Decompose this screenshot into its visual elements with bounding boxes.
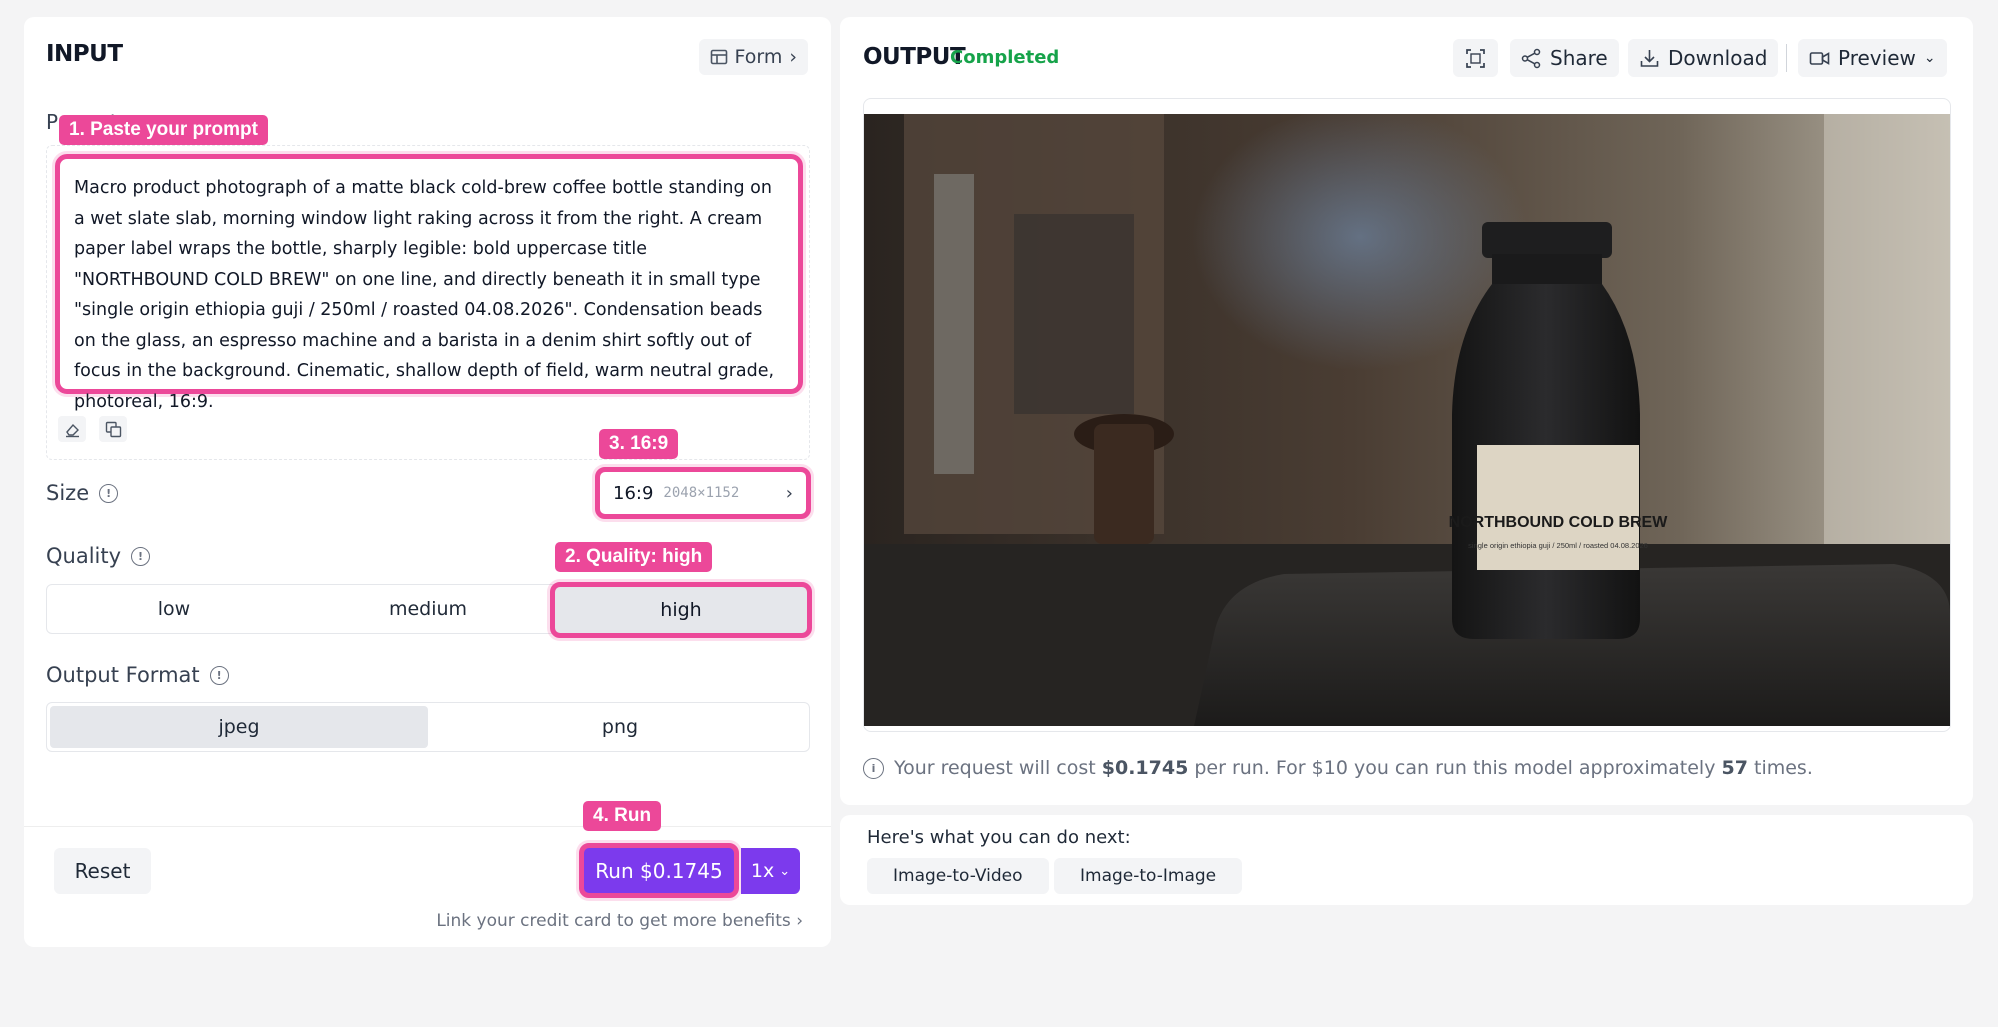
info-icon[interactable]: !: [99, 483, 119, 503]
preview-dropdown[interactable]: Preview ⌄: [1798, 39, 1947, 77]
copy-icon: [105, 421, 121, 437]
status-badge: Completed: [950, 47, 1060, 68]
video-icon: [1809, 51, 1830, 65]
cost-info: i Your request will cost $0.1745 per run…: [863, 757, 1813, 779]
size-ratio: 16:9: [613, 482, 654, 504]
size-row-label: Size !: [46, 481, 119, 505]
download-button[interactable]: Download: [1628, 39, 1779, 77]
callout-ratio: 3. 16:9: [599, 429, 679, 459]
size-label: Size: [46, 481, 90, 505]
fullscreen-button[interactable]: [1453, 39, 1498, 77]
prompt-container: Macro product photograph of a matte blac…: [46, 145, 810, 460]
eraser-icon: [65, 423, 79, 437]
table-icon: [710, 49, 727, 65]
prompt-textarea[interactable]: Macro product photograph of a matte blac…: [55, 154, 803, 412]
chevron-down-icon: ⌄: [1923, 50, 1936, 66]
image-label-title: NORTHBOUND COLD BREW: [1449, 514, 1669, 531]
image-to-video-button[interactable]: Image-to-Video: [867, 858, 1049, 894]
quality-label: Quality: [46, 544, 122, 568]
format-label: Output Format: [46, 663, 200, 687]
chevron-right-icon: ›: [785, 482, 793, 504]
expand-icon: [1466, 48, 1485, 68]
run-multiplier-dropdown[interactable]: 1x ⌄: [741, 848, 800, 894]
format-option-jpeg[interactable]: jpeg: [50, 706, 428, 748]
reset-button[interactable]: Reset: [54, 848, 151, 894]
share-icon: [1521, 48, 1541, 68]
info-icon[interactable]: !: [131, 546, 151, 566]
next-actions-title: Here's what you can do next:: [867, 827, 1131, 848]
info-icon[interactable]: !: [209, 665, 229, 685]
chevron-down-icon: ⌄: [779, 863, 791, 879]
credit-card-link[interactable]: Link your credit card to get more benefi…: [436, 911, 803, 931]
next-actions-panel: Here's what you can do next: Image-to-Vi…: [840, 815, 1973, 905]
cost-text: Your request will cost $0.1745 per run. …: [894, 757, 1813, 779]
quality-option-high[interactable]: high: [550, 582, 812, 638]
image-label-sub: single origin ethiopia guji / 250ml / ro…: [1468, 541, 1648, 550]
info-icon: i: [863, 757, 884, 779]
credit-link-text: Link your credit card to get more benefi…: [436, 911, 791, 931]
quality-option-medium[interactable]: medium: [301, 585, 555, 633]
input-title: INPUT: [46, 41, 123, 67]
image-to-image-button[interactable]: Image-to-Image: [1054, 858, 1243, 894]
run-button[interactable]: Run $0.1745: [579, 843, 739, 898]
share-button[interactable]: Share: [1510, 39, 1619, 77]
callout-quality: 2. Quality: high: [555, 542, 713, 572]
format-segmented-control: jpeg png: [46, 702, 810, 752]
quality-option-low[interactable]: low: [47, 585, 301, 633]
preview-label: Preview: [1838, 46, 1916, 70]
format-option-png[interactable]: png: [431, 703, 809, 751]
size-select[interactable]: 16:9 2048×1152 ›: [595, 467, 811, 519]
input-panel: INPUT Form › Prompt 1. Paste your prompt…: [24, 17, 831, 947]
download-label: Download: [1668, 46, 1768, 70]
callout-paste-prompt: 1. Paste your prompt: [59, 115, 268, 145]
toolbar-divider: [1786, 44, 1787, 72]
size-dimensions: 2048×1152: [663, 485, 740, 501]
chevron-right-icon: ›: [796, 911, 803, 931]
format-row-label: Output Format !: [46, 663, 229, 687]
form-view-button[interactable]: Form ›: [698, 39, 808, 75]
callout-run: 4. Run: [583, 801, 662, 831]
output-panel: OUTPUT Completed Share Download Preview …: [840, 17, 1973, 805]
multiplier-value: 1x: [750, 860, 775, 882]
share-label: Share: [1550, 46, 1608, 70]
quality-row-label: Quality !: [46, 544, 151, 568]
output-image-frame: NORTHBOUND COLD BREW single origin ethio…: [863, 98, 1951, 732]
copy-prompt-button[interactable]: [99, 416, 127, 442]
form-button-label: Form: [734, 46, 783, 68]
chevron-right-icon: ›: [789, 46, 797, 68]
generated-image[interactable]: NORTHBOUND COLD BREW single origin ethio…: [864, 114, 1950, 726]
download-icon: [1640, 49, 1659, 67]
clear-prompt-button[interactable]: [58, 416, 86, 442]
